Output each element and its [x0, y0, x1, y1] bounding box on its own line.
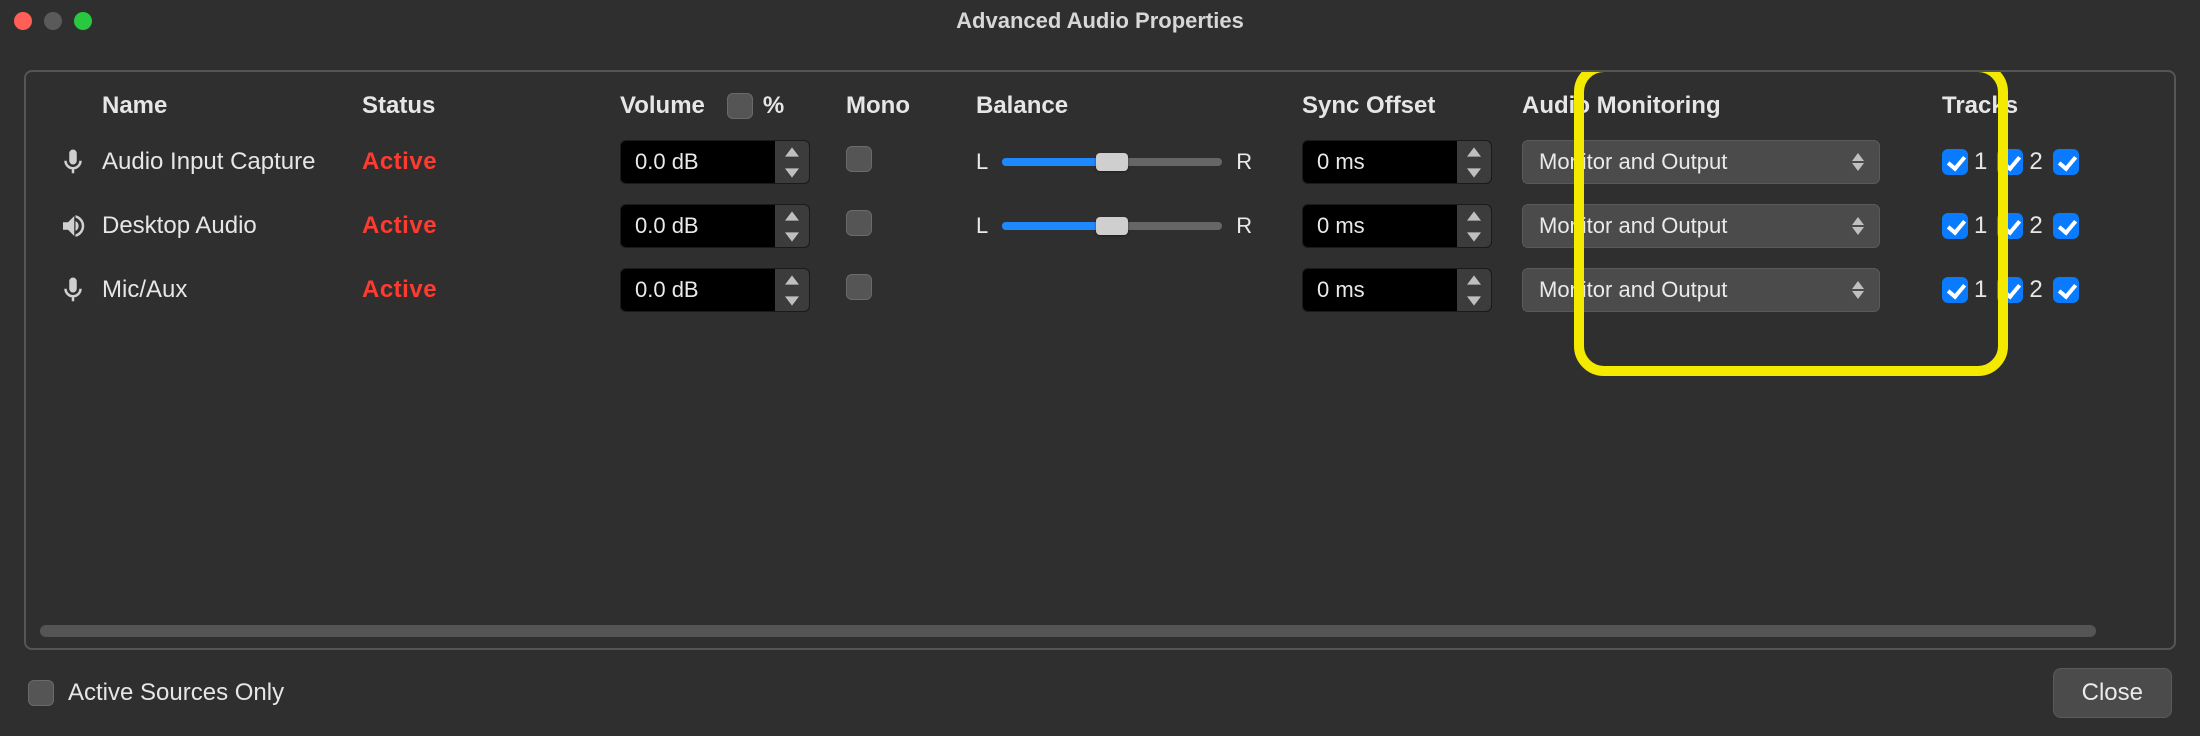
window-title: Advanced Audio Properties — [0, 8, 2200, 34]
col-header-status: Status — [362, 92, 620, 120]
sync-offset-spin-step-up[interactable] — [1457, 205, 1491, 226]
sync-offset-spin-value: 0 ms — [1303, 141, 1457, 183]
track-2-checkbox[interactable] — [1997, 213, 2023, 239]
sync-offset-spin[interactable]: 0 ms — [1302, 268, 1492, 312]
volume-spin-step-up[interactable] — [775, 205, 809, 226]
sync-offset-spin[interactable]: 0 ms — [1302, 204, 1492, 248]
col-header-monitor: Audio Monitoring — [1522, 92, 1942, 120]
audio-monitoring-select-value: Monitor and Output — [1539, 277, 1727, 303]
track-1-label: 1 — [1974, 212, 1987, 240]
track-1-label: 1 — [1974, 148, 1987, 176]
source-name: Desktop Audio — [102, 212, 362, 240]
col-header-sync: Sync Offset — [1302, 92, 1522, 120]
balance-control: L R — [976, 213, 1302, 239]
track-2-checkbox[interactable] — [1997, 149, 2023, 175]
audio-properties-panel: Name Status Volume % Mono Balance Sync O… — [24, 70, 2176, 650]
sync-offset-spin[interactable]: 0 ms — [1302, 140, 1492, 184]
track-2-label: 2 — [2029, 212, 2042, 240]
source-name: Mic/Aux — [102, 276, 362, 304]
mono-checkbox[interactable] — [846, 210, 872, 236]
track-2-checkbox[interactable] — [1997, 277, 2023, 303]
track-2-label: 2 — [2029, 276, 2042, 304]
col-header-volume-label: Volume — [620, 92, 705, 120]
footer: Active Sources Only Close — [28, 668, 2172, 718]
balance-thumb[interactable] — [1096, 217, 1128, 235]
horizontal-scrollbar[interactable] — [40, 624, 2160, 638]
sync-offset-spin-step-up[interactable] — [1457, 141, 1491, 162]
source-status: Active — [362, 212, 620, 240]
mono-checkbox[interactable] — [846, 274, 872, 300]
tracks-cell: 1 2 — [1942, 212, 2156, 240]
sync-offset-spin-step-down[interactable] — [1457, 290, 1491, 311]
zoom-window-icon[interactable] — [74, 12, 92, 30]
col-header-name: Name — [102, 92, 362, 120]
track-next-checkbox[interactable] — [2053, 149, 2079, 175]
track-1-checkbox[interactable] — [1942, 277, 1968, 303]
mic-icon — [44, 275, 102, 305]
close-button[interactable]: Close — [2053, 668, 2172, 718]
volume-spin-step-up[interactable] — [775, 269, 809, 290]
volume-spin[interactable]: 0.0 dB — [620, 268, 810, 312]
volume-spin-value: 0.0 dB — [621, 205, 775, 247]
mic-icon — [44, 147, 102, 177]
col-header-tracks: Tracks — [1942, 92, 2156, 120]
active-sources-only-label: Active Sources Only — [68, 679, 284, 707]
track-next-checkbox[interactable] — [2053, 277, 2079, 303]
track-next-checkbox[interactable] — [2053, 213, 2079, 239]
minimize-window-icon[interactable] — [44, 12, 62, 30]
chevron-updown-icon — [1849, 153, 1867, 171]
sync-offset-spin-step-down[interactable] — [1457, 226, 1491, 247]
sync-offset-spin-value: 0 ms — [1303, 205, 1457, 247]
sync-offset-spin-step-up[interactable] — [1457, 269, 1491, 290]
source-status: Active — [362, 148, 620, 176]
audio-monitoring-select[interactable]: Monitor and Output — [1522, 140, 1880, 184]
audio-monitoring-select[interactable]: Monitor and Output — [1522, 268, 1880, 312]
chevron-updown-icon — [1849, 281, 1867, 299]
window-controls — [14, 12, 92, 30]
sync-offset-spin-value: 0 ms — [1303, 269, 1457, 311]
close-window-icon[interactable] — [14, 12, 32, 30]
volume-spin-step-down[interactable] — [775, 226, 809, 247]
balance-thumb[interactable] — [1096, 153, 1128, 171]
volume-spin-value: 0.0 dB — [621, 141, 775, 183]
track-2-label: 2 — [2029, 148, 2042, 176]
balance-slider[interactable] — [1002, 222, 1222, 230]
volume-spin[interactable]: 0.0 dB — [620, 140, 810, 184]
col-header-mono: Mono — [846, 92, 976, 120]
balance-right-label: R — [1236, 213, 1252, 239]
balance-left-label: L — [976, 149, 988, 175]
mono-checkbox[interactable] — [846, 146, 872, 172]
volume-spin-step-down[interactable] — [775, 290, 809, 311]
active-sources-only[interactable]: Active Sources Only — [28, 679, 284, 707]
track-1-checkbox[interactable] — [1942, 149, 1968, 175]
active-sources-only-checkbox[interactable] — [28, 680, 54, 706]
col-header-volume-pct: % — [763, 92, 784, 120]
audio-monitoring-select-value: Monitor and Output — [1539, 213, 1727, 239]
sync-offset-spin-step-down[interactable] — [1457, 162, 1491, 183]
source-status: Active — [362, 276, 620, 304]
balance-slider[interactable] — [1002, 158, 1222, 166]
track-1-label: 1 — [1974, 276, 1987, 304]
balance-control: L R — [976, 149, 1302, 175]
volume-spin[interactable]: 0.0 dB — [620, 204, 810, 248]
chevron-updown-icon — [1849, 217, 1867, 235]
volume-spin-step-down[interactable] — [775, 162, 809, 183]
tracks-cell: 1 2 — [1942, 148, 2156, 176]
titlebar: Advanced Audio Properties — [0, 0, 2200, 42]
col-header-volume: Volume % — [620, 92, 846, 120]
speaker-icon — [44, 211, 102, 241]
tracks-cell: 1 2 — [1942, 276, 2156, 304]
balance-right-label: R — [1236, 149, 1252, 175]
track-1-checkbox[interactable] — [1942, 213, 1968, 239]
volume-percent-toggle[interactable] — [727, 93, 753, 119]
audio-monitoring-select-value: Monitor and Output — [1539, 149, 1727, 175]
col-header-balance: Balance — [976, 92, 1302, 120]
volume-spin-step-up[interactable] — [775, 141, 809, 162]
balance-left-label: L — [976, 213, 988, 239]
audio-monitoring-select[interactable]: Monitor and Output — [1522, 204, 1880, 248]
volume-spin-value: 0.0 dB — [621, 269, 775, 311]
source-name: Audio Input Capture — [102, 148, 362, 176]
